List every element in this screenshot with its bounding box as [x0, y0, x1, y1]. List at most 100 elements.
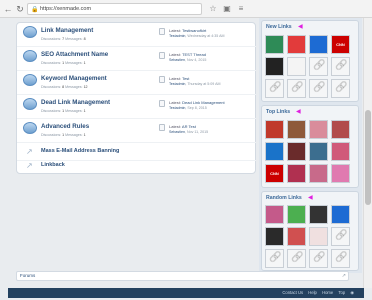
- page-scrollbar[interactable]: [363, 18, 372, 288]
- link-thumbnail[interactable]: [331, 120, 350, 139]
- footer-link[interactable]: Home: [322, 290, 333, 295]
- link-forum-title[interactable]: Linkback: [41, 162, 65, 168]
- latest-meta: Testadmin, Wednesday at 4:35 AM: [169, 34, 225, 38]
- thumbnail-grid: [265, 205, 350, 268]
- forum-row[interactable]: Keyword Management Discussions: 8 Messag…: [17, 71, 256, 95]
- link-thumbnail[interactable]: [331, 205, 350, 224]
- footer-link[interactable]: Help: [308, 290, 317, 295]
- new-links-block: New Links ◀ CNN: [261, 20, 359, 102]
- arrow-annotation-icon: ◀: [296, 109, 301, 115]
- footer-links: Contact Us Help Home Top ◉: [278, 290, 354, 295]
- forum-stats: Discussions: 8 Messages: 12: [41, 85, 88, 89]
- link-placeholder-thumbnail[interactable]: [331, 57, 350, 76]
- link-placeholder-thumbnail[interactable]: [265, 249, 284, 268]
- link-thumbnail[interactable]: [331, 142, 350, 161]
- link-thumbnail[interactable]: [309, 164, 328, 183]
- breadcrumb: Forums ↗: [16, 271, 349, 281]
- breadcrumb-item[interactable]: Forums: [20, 273, 35, 278]
- logo-text: CNN: [336, 42, 345, 47]
- link-thumbnail[interactable]: [309, 120, 328, 139]
- forum-stats: Discussions: 7 Messages: 8: [41, 37, 86, 41]
- logo-text: CNN: [270, 171, 279, 176]
- link-placeholder-thumbnail[interactable]: [309, 249, 328, 268]
- lock-icon: 🔒: [31, 7, 39, 13]
- forum-title[interactable]: Dead Link Management: [41, 99, 110, 106]
- rss-icon[interactable]: ◉: [350, 290, 354, 295]
- latest-meta: Sebastien, Nov 4, 2015: [169, 58, 207, 62]
- link-placeholder-thumbnail[interactable]: [287, 79, 306, 98]
- extension-icon[interactable]: ▣: [222, 4, 232, 14]
- link-thumbnail[interactable]: [287, 227, 306, 246]
- reload-icon[interactable]: ↻: [15, 4, 25, 14]
- link-placeholder-thumbnail[interactable]: [309, 79, 328, 98]
- link-thumbnail[interactable]: [265, 120, 284, 139]
- thumbnail-grid: CNN: [265, 120, 350, 183]
- thread-icon: [159, 100, 165, 107]
- forum-title[interactable]: Keyword Management: [41, 75, 107, 82]
- link-thumbnail[interactable]: [287, 57, 306, 76]
- footer-link[interactable]: Top: [338, 290, 345, 295]
- forum-title[interactable]: SEO Attachment Name: [41, 51, 108, 58]
- link-thumbnail[interactable]: [265, 35, 284, 54]
- logo-thumbnail[interactable]: CNN: [331, 35, 350, 54]
- link-thumbnail[interactable]: [331, 164, 350, 183]
- link-thumbnail[interactable]: [287, 35, 306, 54]
- latest-thread[interactable]: Latest: Test: [169, 76, 189, 81]
- back-icon[interactable]: ←: [3, 4, 13, 14]
- footer-link[interactable]: Contact Us: [282, 290, 303, 295]
- link-thumbnail[interactable]: [287, 120, 306, 139]
- menu-icon[interactable]: ≡: [236, 4, 246, 14]
- latest-thread[interactable]: Latest: AR Test: [169, 124, 196, 129]
- latest-thread[interactable]: Latest: TEST Thread: [169, 52, 206, 57]
- link-thumbnail[interactable]: [309, 227, 328, 246]
- forum-stats: Discussions: 1 Messages: 1: [41, 109, 86, 113]
- forum-bubble-icon: [23, 26, 37, 38]
- link-thumbnail[interactable]: [287, 142, 306, 161]
- link-thumbnail[interactable]: [265, 142, 284, 161]
- latest-thread[interactable]: Latest: Dead Link Management: [169, 100, 225, 105]
- forum-title[interactable]: Link Management: [41, 27, 93, 34]
- forum-title[interactable]: Advanced Rules: [41, 123, 89, 130]
- link-placeholder-thumbnail[interactable]: [287, 249, 306, 268]
- latest-thread[interactable]: Latest: Testiwanofkirt: [169, 28, 206, 33]
- link-placeholder-thumbnail[interactable]: [331, 227, 350, 246]
- forum-row[interactable]: SEO Attachment Name Discussions: 1 Messa…: [17, 47, 256, 71]
- forum-stats: Discussions: 1 Messages: 1: [41, 61, 86, 65]
- arrow-annotation-icon: ◀: [298, 24, 303, 30]
- link-forum-row[interactable]: ↗ Linkback: [17, 157, 256, 175]
- forum-stats: Discussions: 1 Messages: 1: [41, 133, 86, 137]
- link-thumbnail[interactable]: [287, 205, 306, 224]
- block-title: Top Links: [266, 109, 291, 115]
- thread-icon: [159, 52, 165, 59]
- browser-toolbar: ← ↻ 🔒 https://xenmade.com ☆ ▣ ≡: [0, 0, 372, 18]
- link-placeholder-thumbnail[interactable]: [331, 79, 350, 98]
- link-placeholder-thumbnail[interactable]: [331, 249, 350, 268]
- link-thumbnail[interactable]: [309, 142, 328, 161]
- link-thumbnail[interactable]: [287, 164, 306, 183]
- link-thumbnail[interactable]: [265, 205, 284, 224]
- forum-row[interactable]: Dead Link Management Discussions: 1 Mess…: [17, 95, 256, 119]
- footer: Contact Us Help Home Top ◉: [8, 288, 364, 298]
- link-icon: ↗: [26, 147, 33, 156]
- link-thumbnail[interactable]: [265, 57, 284, 76]
- link-thumbnail[interactable]: [309, 205, 328, 224]
- scrollbar-thumb[interactable]: [365, 110, 371, 205]
- forum-row[interactable]: Link Management Discussions: 7 Messages:…: [17, 23, 256, 47]
- forum-bubble-icon: [23, 122, 37, 134]
- link-thumbnail[interactable]: [265, 227, 284, 246]
- forum-bubble-icon: [23, 98, 37, 110]
- link-icon: ↗: [26, 161, 33, 170]
- scroll-top-icon[interactable]: ↗: [342, 273, 346, 279]
- star-icon[interactable]: ☆: [208, 4, 218, 14]
- url-text: https://xenmade.com: [40, 6, 92, 12]
- forum-row[interactable]: Advanced Rules Discussions: 1 Messages: …: [17, 119, 256, 143]
- link-forum-title[interactable]: Mass E-Mail Address Banning: [41, 148, 119, 154]
- link-placeholder-thumbnail[interactable]: [265, 79, 284, 98]
- link-thumbnail[interactable]: [309, 35, 328, 54]
- sidebar: New Links ◀ CNN Top Links ◀ CNN Random L…: [259, 18, 362, 273]
- logo-thumbnail[interactable]: CNN: [265, 164, 284, 183]
- forum-bubble-icon: [23, 74, 37, 86]
- address-bar[interactable]: 🔒 https://xenmade.com: [27, 3, 202, 15]
- link-placeholder-thumbnail[interactable]: [309, 57, 328, 76]
- latest-meta: Sebastien, Nov 11, 2015: [169, 130, 209, 134]
